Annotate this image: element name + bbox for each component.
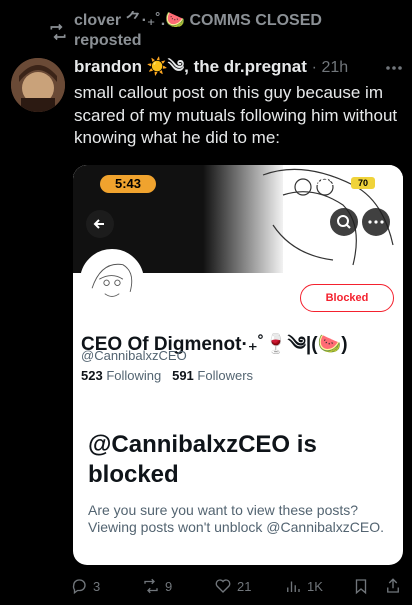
back-arrow-icon [86, 210, 114, 238]
repost-action-icon [144, 578, 158, 594]
more-options-icon[interactable] [384, 58, 404, 78]
post-header: brandon ☀️༄, the dr.pregnat · 21h [74, 57, 349, 76]
profile-avatar [80, 249, 144, 313]
views-button[interactable]: 1K [284, 574, 323, 598]
search-icon [330, 208, 358, 236]
author-name[interactable]: brandon ☀️༄, the dr.pregnat [74, 57, 307, 76]
views-icon [287, 581, 300, 592]
profile-handle: @CannibalxzCEO [81, 348, 187, 363]
blocked-description: Are you sure you want to view these post… [88, 502, 384, 535]
post-time[interactable]: 21h [321, 59, 348, 76]
repost-count: 9 [165, 578, 173, 594]
author-avatar[interactable] [11, 58, 65, 112]
like-count: 21 [237, 578, 252, 594]
bookmark-icon [355, 579, 367, 595]
signal-status: SOS [313, 176, 337, 188]
battery-indicator: 70 [351, 177, 375, 189]
following-label: Following [106, 368, 162, 383]
followers-label: Followers [197, 368, 254, 383]
like-button[interactable]: 21 [214, 574, 251, 598]
overflow-icon [362, 208, 390, 236]
following-count: 523 [81, 368, 103, 383]
attached-image[interactable]: 5:43 SOS 70 Blocked CEO Of Digmenot·₊˚🍷༄… [73, 165, 403, 565]
reply-icon [72, 579, 86, 595]
repost-icon [48, 22, 68, 42]
share-button[interactable] [384, 574, 402, 598]
repost-button[interactable]: 9 [142, 574, 172, 598]
follow-counts: 523 Following 591 Followers [81, 368, 253, 383]
followers-count: 591 [172, 368, 194, 383]
status-time: 5:43 [100, 175, 156, 193]
reply-button[interactable]: 3 [70, 574, 100, 598]
post-body: small callout post on this guy because i… [74, 83, 398, 147]
share-icon [387, 578, 399, 593]
heart-icon [215, 579, 231, 593]
view-count: 1K [307, 578, 323, 594]
blocked-button: Blocked [300, 284, 394, 312]
post-actions: 3 9 21 1K [70, 574, 410, 598]
bookmark-button[interactable] [352, 574, 370, 598]
reply-count: 3 [93, 578, 101, 594]
blocked-heading: @CannibalxzCEO is blocked [88, 431, 317, 488]
repost-label[interactable]: clover ⺈·₊˚.🍉 COMMS CLOSED reposted [74, 11, 354, 51]
